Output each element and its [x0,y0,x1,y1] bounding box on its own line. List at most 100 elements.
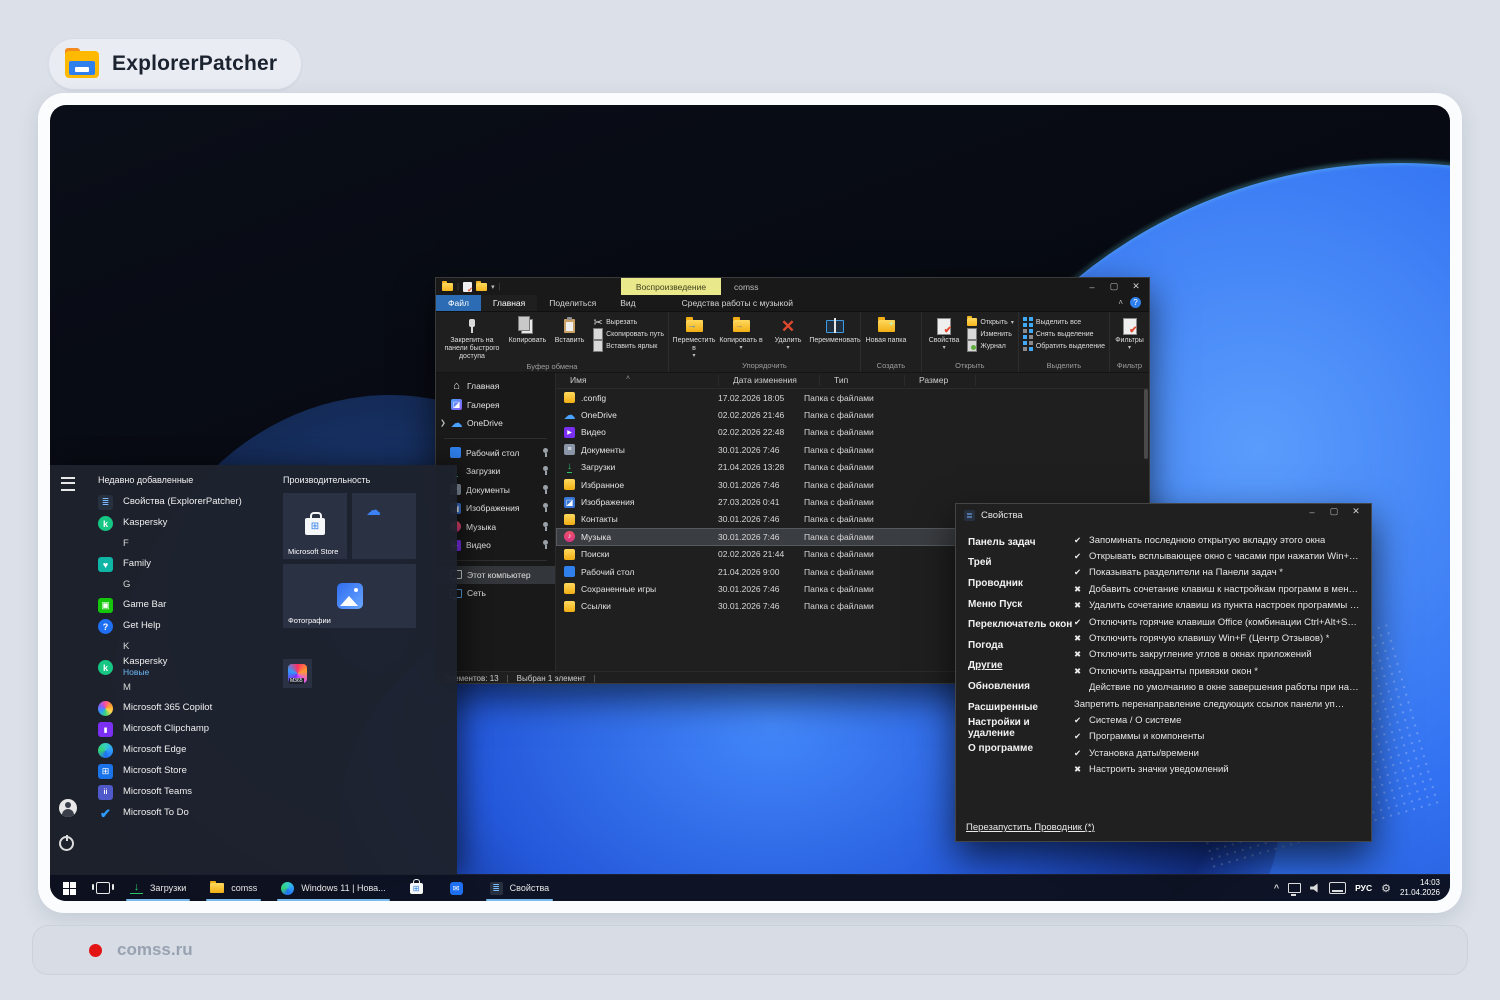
maximize-button[interactable]: ▢ [1323,506,1345,517]
properties-button[interactable]: Свойства▾ [924,314,964,360]
start-button[interactable] [50,875,88,901]
start-menu-item[interactable]: Microsoft Teams [90,782,265,803]
column-name[interactable]: Имя [556,375,719,386]
vertical-scrollbar[interactable] [1144,389,1148,459]
taskbar-button[interactable]: Свойства [478,875,562,901]
taskbar-button[interactable]: Windows 11 | Нова... [269,875,397,901]
restart-explorer-link[interactable]: Перезапустить Проводник (*) [966,822,1095,833]
touch-keyboard-icon[interactable] [1329,882,1346,894]
setting-row[interactable]: Показывать разделители на Панели задач * [1074,565,1371,581]
file-row[interactable]: Загрузки 21.04.2026 13:28 Папка с файлам… [556,459,1149,476]
qat-properties-icon[interactable] [463,282,472,292]
clock[interactable]: 14:03 21.04.2026 [1400,878,1440,898]
tab-music-tools[interactable]: Средства работы с музыкой [670,295,805,311]
maximize-button[interactable]: ▢ [1103,281,1125,292]
setting-row[interactable]: Действие по умолчанию в окне завершения … [1074,680,1371,696]
column-size[interactable]: Размер [905,375,976,386]
properties-nav-item[interactable]: Погода [968,635,1074,656]
rename-button[interactable]: Переименовать [812,314,858,360]
hamburger-icon[interactable] [61,477,75,491]
close-button[interactable]: ✕ [1345,506,1367,517]
copy-to-button[interactable]: Копировать в▾ [718,314,764,360]
properties-nav-item[interactable]: Другие [968,656,1074,677]
task-view-button[interactable] [88,875,118,901]
setting-row[interactable]: Отключить горячие клавиши Office (комбин… [1074,614,1371,630]
start-menu-item[interactable]: Family [90,554,265,575]
select-none-button[interactable]: Снять выделение [1023,329,1105,339]
start-tile[interactable]: Фотографии [283,564,416,628]
qat-new-folder-icon[interactable] [476,283,487,291]
properties-nav-item[interactable]: Меню Пуск [968,594,1074,615]
start-menu-item[interactable]: Свойства (ExplorerPatcher) [90,492,265,513]
tab-share[interactable]: Поделиться [537,295,608,311]
start-menu-item[interactable]: Game Bar [90,595,265,616]
start-menu-item[interactable]: Get Help [90,616,265,637]
qat-customize-caret-icon[interactable]: ▾ [491,283,495,291]
setting-row[interactable]: Настроить значки уведомлений [1074,761,1371,777]
volume-icon[interactable] [1310,883,1320,893]
open-button[interactable]: Открыть▾ [967,317,1014,327]
file-row[interactable]: OneDrive 02.02.2026 21:46 Папка с файлам… [556,406,1149,423]
setting-row[interactable]: Установка даты/времени [1074,745,1371,761]
tray-overflow-icon[interactable]: ^ [1274,883,1279,893]
start-menu-item[interactable]: Kaspersky [90,513,265,534]
taskbar-button[interactable] [398,875,438,901]
user-avatar[interactable] [59,799,77,817]
paste-shortcut-button[interactable]: Вставить ярлык [593,341,664,351]
edit-button[interactable]: Изменить [967,329,1014,339]
sidebar-item[interactable]: ❯ OneDrive [436,414,555,433]
properties-nav-item[interactable]: Проводник [968,573,1074,594]
start-menu-item[interactable]: Microsoft Edge [90,740,265,761]
setting-row[interactable]: Отключить горячую клавишу Win+F (Центр О… [1074,630,1371,646]
start-menu-item[interactable]: K [90,637,265,657]
power-icon[interactable] [59,836,74,851]
language-indicator[interactable]: РУС [1355,883,1372,893]
start-menu-item[interactable]: M [90,678,265,698]
filters-button[interactable]: Фильтры▾ [1112,314,1147,360]
start-menu-item[interactable]: Microsoft To Do [90,803,265,824]
start-tile[interactable] [283,659,312,688]
invert-selection-button[interactable]: Обратить выделение [1023,341,1105,351]
taskbar-button[interactable]: comss [198,875,269,901]
history-button[interactable]: Журнал [967,341,1014,351]
paste-button[interactable]: Вставить [549,314,590,361]
minimize-button[interactable]: – [1081,282,1103,292]
column-type[interactable]: Тип [820,375,905,386]
new-folder-button[interactable]: Новая папка [863,314,909,360]
setting-row[interactable]: Добавить сочетание клавиш к настройкам п… [1074,581,1371,597]
setting-row[interactable]: Запретить перенаправление следующих ссыл… [1074,696,1371,712]
minimize-button[interactable]: – [1301,507,1323,517]
properties-nav-item[interactable]: Панель задач [968,532,1074,553]
sidebar-item[interactable]: ❯ Галерея [436,396,555,415]
settings-gear-icon[interactable]: ⚙ [1381,882,1391,895]
start-menu-item[interactable]: G [90,575,265,595]
properties-nav-item[interactable]: Настройки и удаление [968,717,1074,738]
start-tile[interactable] [352,493,416,559]
tab-file[interactable]: Файл [436,295,481,311]
network-icon[interactable] [1288,883,1301,893]
setting-row[interactable]: Программы и компоненты [1074,729,1371,745]
setting-row[interactable]: Система / О системе [1074,712,1371,728]
taskbar-button[interactable]: Загрузки [118,875,198,901]
properties-nav-item[interactable]: О программе [968,738,1074,759]
tab-home[interactable]: Главная [481,295,537,311]
properties-nav-item[interactable]: Трей [968,553,1074,574]
help-icon[interactable]: ? [1130,297,1141,308]
tab-view[interactable]: Вид [608,295,647,311]
setting-row[interactable]: Отключить закругление углов в окнах прил… [1074,647,1371,663]
delete-button[interactable]: ✕ Удалить▾ [765,314,811,360]
collapse-ribbon-icon[interactable]: ˄ [1118,298,1123,307]
column-date-modified[interactable]: Дата изменения [719,375,820,386]
properties-nav-item[interactable]: Расширенные [968,697,1074,718]
taskbar-button[interactable] [438,875,478,901]
setting-row[interactable]: Запоминать последнюю открытую вкладку эт… [1074,532,1371,548]
properties-nav-item[interactable]: Переключатель окон [968,614,1074,635]
sidebar-item[interactable]: ❯ Главная [436,377,555,396]
file-row[interactable]: Видео 02.02.2026 22:48 Папка с файлами [556,424,1149,441]
start-menu-item[interactable]: Microsoft 365 Copilot [90,698,265,719]
start-menu-item[interactable]: Microsoft Store [90,761,265,782]
cut-button[interactable]: ✂Вырезать [593,317,664,327]
sidebar-item[interactable]: Рабочий стол [436,444,555,463]
start-menu-item[interactable]: KasperskyНовые [90,657,265,678]
select-all-button[interactable]: Выделить все [1023,317,1105,327]
